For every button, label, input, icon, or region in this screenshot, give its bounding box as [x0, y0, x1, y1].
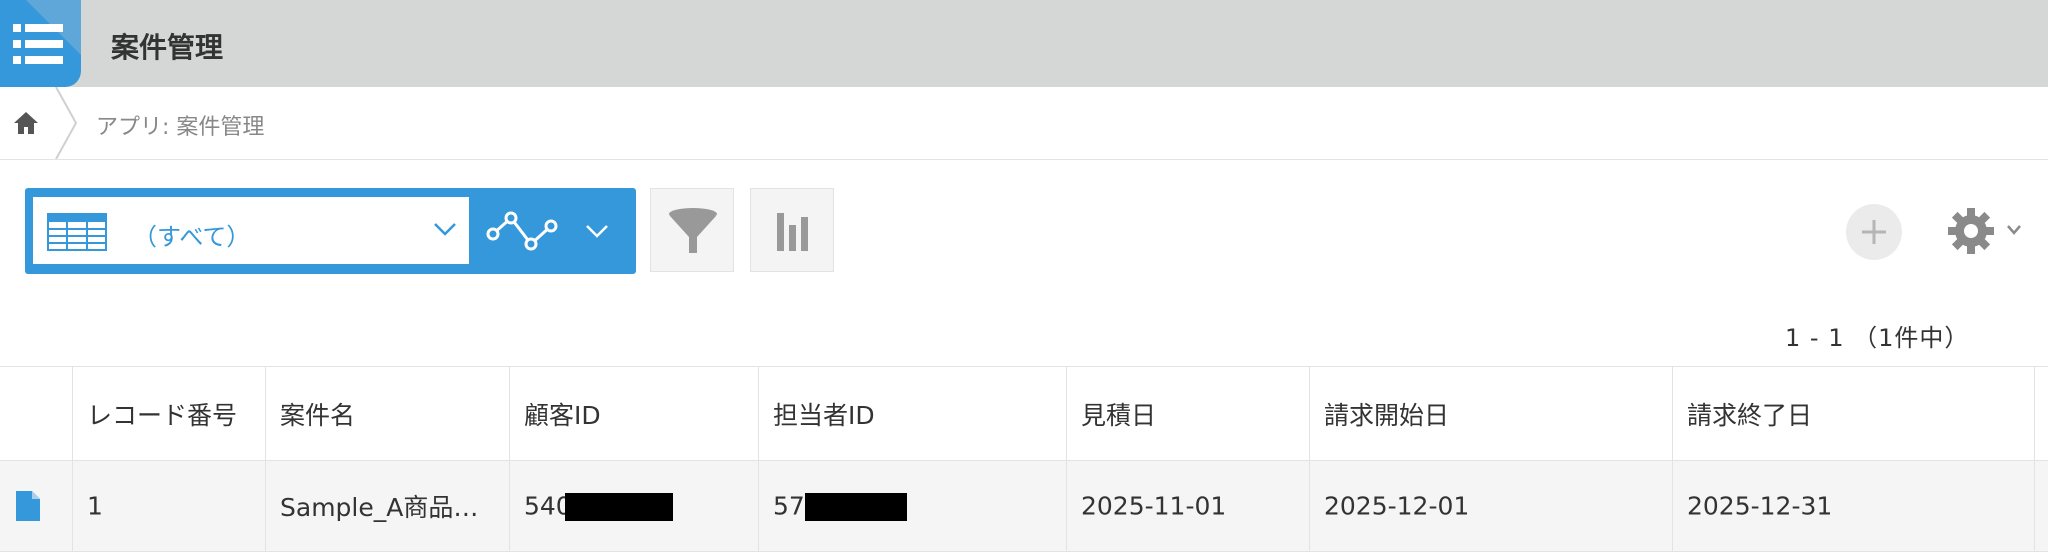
- table-row[interactable]: 1 Sample_A商品… 540 57 2025-11-01 2025-12-…: [0, 461, 2048, 552]
- graph-button[interactable]: [750, 188, 834, 272]
- graph-icon[interactable]: [485, 204, 561, 256]
- header-cell[interactable]: 担当者ID: [758, 367, 1066, 460]
- plus-icon: [1862, 220, 1886, 244]
- bar-chart-icon: [777, 213, 808, 251]
- document-icon[interactable]: [16, 491, 40, 521]
- view-selected-label: （すべて）: [133, 223, 251, 251]
- filter-icon: [669, 208, 717, 253]
- breadcrumb-separator: [55, 87, 78, 159]
- breadcrumb-app-link[interactable]: アプリ: 案件管理: [96, 109, 264, 141]
- record-table: レコード番号 案件名 顧客ID 担当者ID 見積日 請求開始日 請求終了日 1 …: [0, 366, 2048, 553]
- header-cell[interactable]: 請求終了日: [1672, 367, 2034, 460]
- header-cell[interactable]: レコード番号: [72, 367, 265, 460]
- table-header: レコード番号 案件名 顧客ID 担当者ID 見積日 請求開始日 請求終了日: [0, 366, 2048, 461]
- redaction-block: [565, 493, 673, 521]
- header-cell[interactable]: 案件名: [265, 367, 509, 460]
- graph-chevron-down-icon[interactable]: [585, 223, 609, 239]
- cell-customer-id: 540: [509, 461, 758, 551]
- app-icon[interactable]: [0, 0, 81, 87]
- header-cell[interactable]: 請求開始日: [1309, 367, 1672, 460]
- chevron-down-icon: [434, 223, 456, 236]
- pagination-count: 1 - 1 （1件中）: [1785, 324, 1970, 352]
- breadcrumb: アプリ: 案件管理: [0, 87, 2048, 160]
- cell-billing-end: 2025-12-31: [1672, 461, 2034, 551]
- view-selector[interactable]: （すべて）: [33, 197, 469, 264]
- header-cell[interactable]: 見積日: [1066, 367, 1309, 460]
- header-cell-icon: [0, 367, 72, 460]
- table-view-icon: [47, 213, 107, 251]
- filter-button[interactable]: [650, 188, 734, 272]
- cell-name: Sample_A商品…: [265, 461, 509, 551]
- view-toolbar: （すべて）: [25, 188, 636, 274]
- gear-icon[interactable]: [1946, 206, 1996, 256]
- cell-billing-start: 2025-12-01: [1309, 461, 1672, 551]
- redaction-block: [805, 493, 907, 521]
- app-header: 案件管理: [0, 0, 2048, 87]
- row-detail-cell[interactable]: [0, 461, 72, 551]
- list-icon: [13, 24, 63, 64]
- add-record-button[interactable]: [1846, 204, 1902, 260]
- cell-staff-id: 57: [758, 461, 1066, 551]
- header-cell[interactable]: 顧客ID: [509, 367, 758, 460]
- app-title: 案件管理: [111, 31, 224, 64]
- home-icon[interactable]: [12, 109, 40, 137]
- cell-record-no: 1: [72, 461, 265, 551]
- settings-chevron-down-icon[interactable]: [2006, 224, 2022, 236]
- cell-estimate-date: 2025-11-01: [1066, 461, 1309, 551]
